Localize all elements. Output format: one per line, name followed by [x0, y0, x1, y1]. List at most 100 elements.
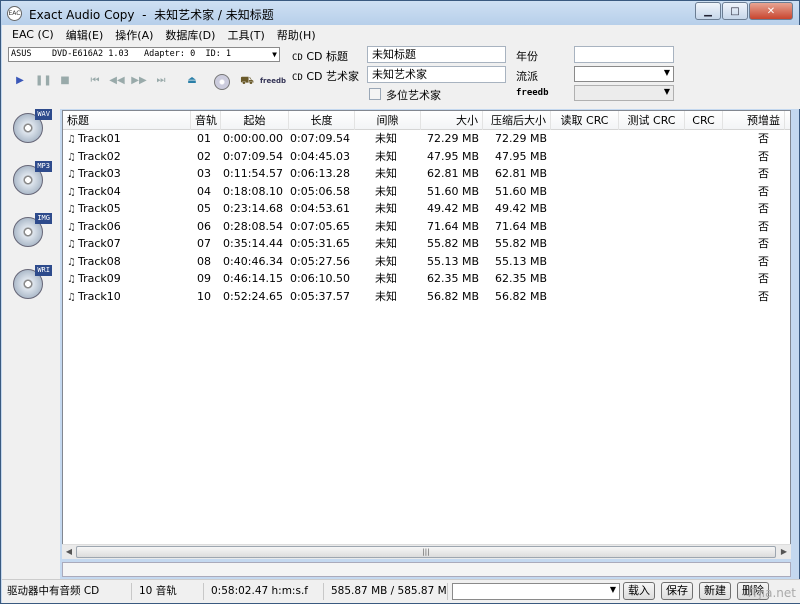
chevron-down-icon: ▼	[663, 87, 670, 96]
fast-forward-icon[interactable]: ▶▶	[130, 74, 148, 88]
track-csize-cell: 72.29 MB	[494, 132, 547, 145]
col-read-crc[interactable]: 读取 CRC	[551, 111, 619, 130]
menu-edit[interactable]: 编辑(E)	[60, 27, 110, 43]
various-artists-checkbox[interactable]	[369, 88, 381, 100]
track-gain-cell: 否	[758, 149, 769, 163]
track-size-cell: 62.81 MB	[426, 167, 479, 180]
cd-artist-input[interactable]: 未知艺术家	[367, 66, 506, 83]
track-start-cell: 0:18:08.10	[223, 184, 283, 198]
track-size-cell: 47.95 MB	[426, 149, 479, 163]
track-length-cell: 0:07:09.54	[290, 132, 350, 145]
track-title: Track01	[78, 132, 121, 145]
new-button[interactable]: 新建	[699, 582, 731, 600]
cd-title-input[interactable]: 未知标题	[367, 46, 506, 63]
table-row[interactable]: ♫ Track01 01 0:00:00.00 0:07:09.54 未知 72.29 MB…	[63, 130, 790, 148]
chevron-down-icon: ▼	[609, 585, 616, 594]
track-title-cell: ♫ Track04	[67, 183, 187, 201]
drive-label: ASUS DVD-E616A2 1.03 Adapter: 0 ID: 1	[11, 49, 232, 59]
col-pre-gain[interactable]: 预增益	[723, 111, 785, 130]
track-gain-cell: 否	[758, 184, 769, 198]
table-row[interactable]: ♫ Track04 04 0:18:08.10 0:05:06.58 未知 51.60 MB…	[63, 183, 790, 201]
track-csize-cell: 62.81 MB	[494, 167, 547, 180]
genre-select[interactable]: ▼	[574, 66, 674, 82]
track-length-cell: 0:07:05.65	[290, 219, 350, 233]
table-row[interactable]: ♫ Track07 07 0:35:14.44 0:05:31.65 未知 55.82 MB…	[63, 235, 790, 253]
col-start[interactable]: 起始	[221, 111, 289, 130]
track-title: Track04	[78, 184, 121, 198]
menu-action[interactable]: 操作(A)	[109, 27, 159, 43]
col-track[interactable]: 音轨	[191, 111, 221, 130]
track-size-cell: 72.29 MB	[426, 132, 479, 145]
drive-select[interactable]: ASUS DVD-E616A2 1.03 Adapter: 0 ID: 1 ▼	[8, 47, 280, 62]
table-row[interactable]: ♫ Track08 08 0:40:46.34 0:05:27.56 未知 55.13 MB…	[63, 253, 790, 271]
col-length[interactable]: 长度	[289, 111, 355, 130]
track-start-cell: 0:23:14.68	[223, 202, 283, 215]
col-gap[interactable]: 间隙	[355, 111, 421, 130]
copy-image-button[interactable]: IMG	[10, 213, 54, 253]
col-test-crc[interactable]: 测试 CRC	[619, 111, 685, 130]
eject-icon[interactable]: ⏏	[184, 74, 200, 88]
track-list: 标题 音轨 起始 长度 间隙 大小 压缩后大小 读取 CRC 测试 CRC CR…	[62, 110, 791, 557]
track-gap-cell: 未知	[375, 184, 397, 198]
cd-artist-label: CD CD 艺术家	[292, 70, 359, 83]
scroll-right-icon[interactable]: ▶	[777, 545, 791, 559]
track-title-cell: ♫ Track07	[67, 235, 187, 253]
copy-wav-button[interactable]: WAV	[10, 109, 54, 149]
track-list-header: 标题 音轨 起始 长度 间隙 大小 压缩后大小 读取 CRC 测试 CRC CR…	[63, 111, 790, 130]
table-row[interactable]: ♫ Track06 06 0:28:08.54 0:07:05.65 未知 71.64 MB…	[63, 218, 790, 236]
col-crc[interactable]: CRC	[685, 111, 723, 130]
menu-database[interactable]: 数据库(D)	[159, 27, 221, 43]
track-csize-cell: 49.42 MB	[494, 202, 547, 215]
track-title-cell: ♫ Track01	[67, 130, 187, 148]
menu-help[interactable]: 帮助(H)	[271, 27, 322, 43]
horizontal-scrollbar[interactable]: ◀ ||| ▶	[62, 544, 791, 559]
pause-icon[interactable]: ❚❚	[35, 74, 52, 88]
first-track-icon[interactable]: ⏮	[86, 74, 104, 88]
col-size[interactable]: 大小	[421, 111, 483, 130]
table-row[interactable]: ♫ Track09 09 0:46:14.15 0:06:10.50 未知 62.35 MB…	[63, 270, 790, 288]
chevron-down-icon: ▼	[272, 50, 277, 59]
minimize-button[interactable]: ▁	[695, 2, 721, 20]
track-gap-cell: 未知	[375, 219, 397, 233]
table-row[interactable]: ♫ Track02 02 0:07:09.54 0:04:45.03 未知 47.95 MB…	[63, 148, 790, 166]
play-icon[interactable]: ▶	[12, 74, 28, 88]
track-length-cell: 0:05:06.58	[290, 184, 350, 198]
write-cd-button[interactable]: WRI	[10, 265, 54, 305]
scrollbar-thumb[interactable]: |||	[76, 546, 776, 558]
copy-mp3-button[interactable]: MP3	[10, 161, 54, 201]
table-row[interactable]: ♫ Track10 10 0:52:24.65 0:05:37.57 未知 56.82 MB…	[63, 288, 790, 306]
rewind-icon[interactable]: ◀◀	[108, 74, 126, 88]
progress-bar	[62, 562, 791, 577]
freedb-category-select[interactable]: ▼	[574, 85, 674, 101]
menu-tools[interactable]: 工具(T)	[221, 27, 270, 43]
table-row[interactable]: ♫ Track03 03 0:11:54.57 0:06:13.28 未知 62.81 MB…	[63, 165, 790, 183]
audio-track-icon: ♫	[67, 204, 76, 215]
track-num-cell: 02	[197, 149, 211, 163]
stop-icon[interactable]: ■	[57, 74, 73, 88]
track-csize-cell: 56.82 MB	[494, 289, 547, 303]
track-title: Track06	[78, 219, 121, 233]
scroll-left-icon[interactable]: ◀	[62, 545, 76, 559]
profile-select[interactable]: ▼	[452, 583, 620, 600]
track-num-cell: 09	[197, 272, 211, 285]
close-button[interactable]: ✕	[749, 2, 793, 20]
col-title[interactable]: 标题	[63, 111, 191, 130]
track-length-cell: 0:06:13.28	[290, 167, 350, 180]
wav-label: WAV	[35, 109, 52, 120]
table-row[interactable]: ♫ Track05 05 0:23:14.68 0:04:53.61 未知 49.42 MB…	[63, 200, 790, 218]
freedb-icon[interactable]: freedb	[260, 74, 286, 88]
track-title-cell: ♫ Track05	[67, 200, 187, 218]
year-input[interactable]	[574, 46, 674, 63]
track-start-cell: 0:00:00.00	[223, 132, 283, 145]
car-icon[interactable]: ⛟	[237, 74, 257, 88]
cd-info-icon[interactable]	[214, 74, 230, 90]
maximize-button[interactable]: □	[722, 2, 748, 20]
last-track-icon[interactable]: ⏭	[152, 74, 170, 88]
menu-eac[interactable]: EAC (C)	[6, 28, 60, 41]
col-compressed-size[interactable]: 压缩后大小	[483, 111, 551, 130]
track-gain-cell: 否	[758, 237, 769, 250]
save-button[interactable]: 保存	[661, 582, 693, 600]
load-button[interactable]: 载入	[623, 582, 655, 600]
track-num-cell: 06	[197, 219, 211, 233]
track-title-cell: ♫ Track08	[67, 253, 187, 271]
